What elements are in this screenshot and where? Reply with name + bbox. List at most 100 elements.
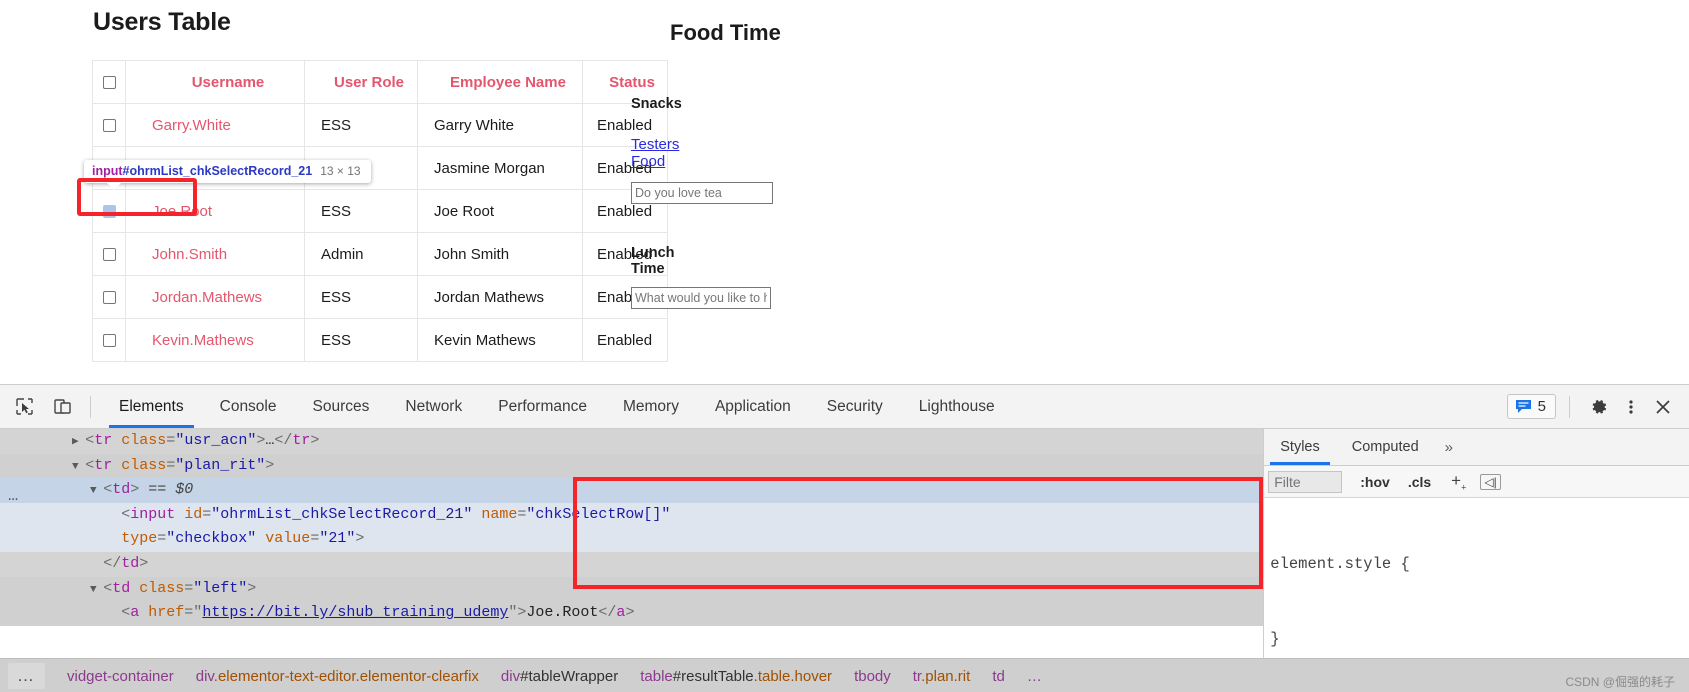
dom-tree-line[interactable]: <input id="ohrmList_chkSelectRecord_21" …: [0, 502, 1264, 528]
select-all-checkbox[interactable]: [102, 76, 116, 90]
testers-food-link[interactable]: Testers Food: [631, 136, 679, 170]
chevron-down-icon[interactable]: ▼: [90, 485, 103, 497]
code-token-tag: input: [130, 505, 185, 523]
cell-username: John.Smith: [125, 232, 305, 276]
username-link[interactable]: Joe.Root: [152, 203, 212, 220]
devtools-toolbar-right: 5: [1506, 385, 1679, 428]
tab-console[interactable]: Console: [202, 385, 295, 428]
code-token-val: "21": [319, 530, 356, 548]
chevron-down-icon[interactable]: ▼: [72, 461, 85, 473]
plus-icon: +: [1451, 470, 1462, 490]
username-link[interactable]: Jordan.Mathews: [152, 289, 262, 306]
inspect-cursor-icon[interactable]: [10, 393, 38, 421]
breadcrumb-item[interactable]: td: [992, 668, 1005, 685]
close-icon[interactable]: [1647, 391, 1679, 423]
breadcrumb-token: td: [992, 667, 1005, 685]
styles-tab-list: Styles Computed »: [1264, 429, 1689, 466]
cell-user-role: ESS: [304, 275, 418, 319]
dom-tree-line[interactable]: ▼ <td class="left">: [0, 576, 1264, 602]
breadcrumb-token: tr: [912, 667, 922, 685]
row-select-cell: [92, 318, 126, 362]
tab-styles[interactable]: Styles: [1264, 429, 1336, 465]
code-token-punct: <: [85, 432, 95, 449]
row-checkbox[interactable]: [102, 291, 116, 305]
table-row: Garry.White ESS Garry White Enabled: [92, 103, 668, 147]
breadcrumb-items: vidget-container div.elementor-text-edito…: [45, 668, 1042, 685]
tab-security[interactable]: Security: [809, 385, 901, 428]
row-select-cell: [92, 103, 126, 147]
new-style-rule-button[interactable]: ++: [1451, 471, 1466, 492]
gear-icon[interactable]: [1583, 391, 1615, 423]
computed-sidebar-toggle-icon[interactable]: ◁|: [1480, 473, 1501, 490]
breadcrumb-item[interactable]: div.elementor-text-editor.elementor-clea…: [196, 668, 479, 685]
toolbar-divider: [90, 395, 91, 418]
kebab-menu-icon[interactable]: [1615, 391, 1647, 423]
tab-memory[interactable]: Memory: [605, 385, 697, 428]
breadcrumb-item[interactable]: div#tableWrapper: [501, 668, 618, 685]
select-all-header: [92, 60, 126, 104]
message-count: 5: [1537, 398, 1546, 415]
code-token-attr: id: [184, 505, 203, 523]
username-link[interactable]: Garry.White: [152, 117, 231, 134]
dom-tree-line[interactable]: ▼ <td> == $0: [0, 478, 1264, 503]
chevron-right-icon[interactable]: ▶: [72, 436, 85, 448]
tab-network[interactable]: Network: [387, 385, 480, 428]
tab-sources[interactable]: Sources: [295, 385, 388, 428]
row-checkbox-inspected[interactable]: [102, 205, 116, 219]
chevron-down-icon[interactable]: ▼: [90, 584, 103, 596]
cell-user-role: Admin: [304, 232, 418, 276]
column-header-employee-name[interactable]: Employee Name: [417, 60, 583, 104]
code-token-punct: >: [625, 604, 635, 622]
column-header-username[interactable]: Username: [125, 60, 305, 104]
screenshot-root: Users Table Food Time Username User Role…: [0, 0, 1689, 692]
code-token-punct: =: [166, 456, 176, 474]
code-token-text: …: [265, 432, 275, 449]
styles-more-tabs-icon[interactable]: »: [1435, 429, 1463, 465]
dom-tree-line[interactable]: ▼ <tr class="plan_rit">: [0, 453, 1264, 479]
style-rule-line: }: [1270, 630, 1280, 648]
tab-computed[interactable]: Computed: [1336, 429, 1435, 465]
breadcrumb-item[interactable]: tbody: [854, 668, 891, 685]
dom-tree-line[interactable]: </td>: [0, 551, 1264, 577]
device-toolbar-icon[interactable]: [48, 393, 76, 421]
dom-tree-line[interactable]: <a href="https://bit.ly/shub_training_ud…: [0, 601, 1264, 626]
code-token-attr: class: [121, 432, 167, 449]
tab-lighthouse[interactable]: Lighthouse: [901, 385, 1013, 428]
cell-username: Kevin.Mathews: [125, 318, 305, 362]
dom-tree-pane[interactable]: … ▶ <tr class="usr_acn">…</tr> ▼ <tr cla…: [0, 429, 1264, 692]
tab-elements[interactable]: Elements: [101, 385, 202, 428]
breadcrumb-item[interactable]: …: [1027, 668, 1042, 685]
dom-tree-line[interactable]: type="checkbox" value="21">: [0, 527, 1264, 552]
breadcrumb-token: div: [195, 667, 214, 685]
row-checkbox[interactable]: [102, 119, 116, 133]
row-checkbox[interactable]: [102, 334, 116, 348]
dom-overflow-ellipsis[interactable]: …: [8, 485, 20, 510]
breadcrumb-token: .table: [753, 667, 791, 685]
code-token-tag: a: [130, 604, 149, 622]
code-token-link[interactable]: https://bit.ly/shub_training_udemy: [202, 604, 508, 621]
dom-tree-line[interactable]: ▶ <tr class="usr_acn">…</tr>: [0, 429, 1264, 454]
breadcrumb: … vidget-container div.elementor-text-edi…: [0, 658, 1689, 692]
code-token-val: "chkSelectRow[]": [526, 505, 671, 523]
breadcrumb-item[interactable]: table#resultTable.table.hover: [640, 668, 832, 685]
tab-performance[interactable]: Performance: [480, 385, 605, 428]
tea-input[interactable]: [631, 182, 773, 204]
message-count-badge[interactable]: 5: [1506, 394, 1556, 419]
breadcrumb-overflow-button[interactable]: …: [8, 663, 45, 689]
username-link[interactable]: Kevin.Mathews: [152, 332, 254, 349]
lunch-input[interactable]: [631, 287, 771, 309]
code-token-punct: >: [247, 579, 257, 597]
styles-filter-input[interactable]: [1268, 470, 1343, 493]
cell-username: Jordan.Mathews: [125, 275, 305, 319]
toggle-hov-states[interactable]: :hov: [1360, 474, 1390, 490]
column-header-user-role[interactable]: User Role: [304, 60, 418, 104]
breadcrumb-item[interactable]: tr.plan.rit: [913, 668, 971, 685]
tab-application[interactable]: Application: [697, 385, 809, 428]
username-link[interactable]: John.Smith: [152, 246, 227, 263]
toggle-element-classes[interactable]: .cls: [1408, 474, 1431, 490]
users-table-body: Garry.White ESS Garry White Enabled Jasm…: [92, 103, 668, 362]
breadcrumb-token: tbody: [854, 667, 891, 685]
breadcrumb-item[interactable]: vidget-container: [67, 668, 174, 685]
row-checkbox[interactable]: [102, 248, 116, 262]
